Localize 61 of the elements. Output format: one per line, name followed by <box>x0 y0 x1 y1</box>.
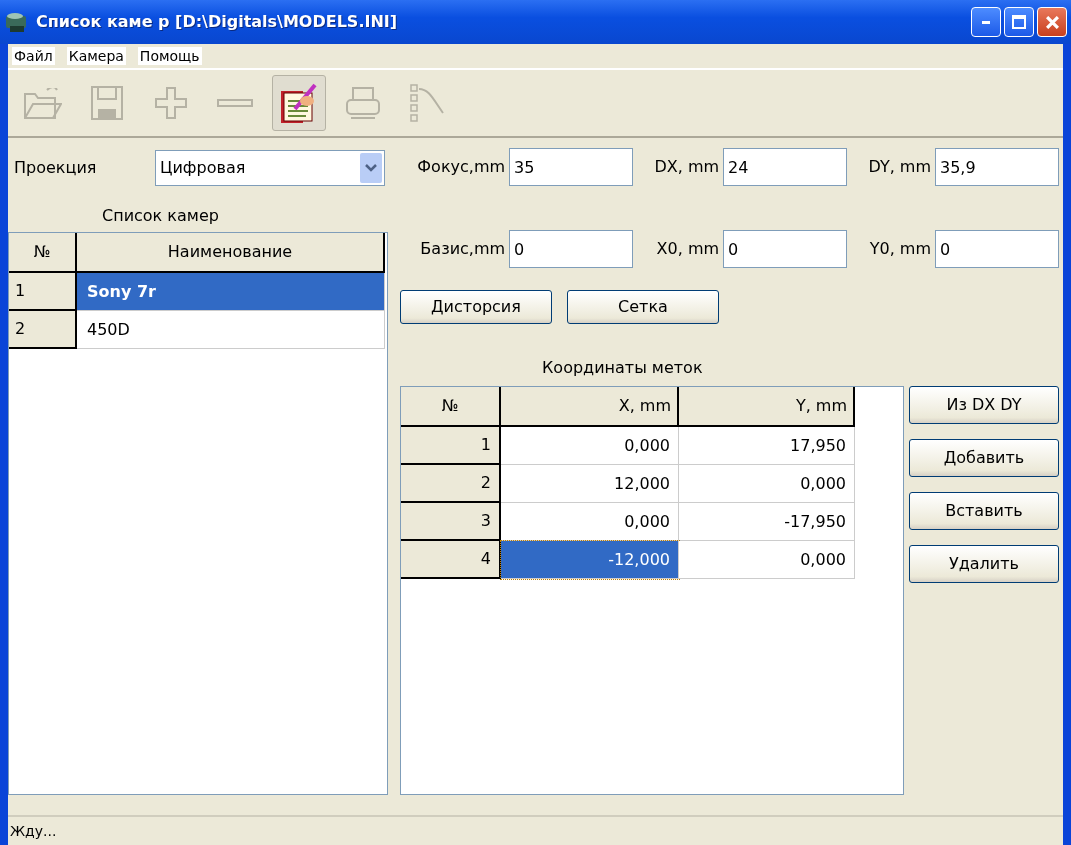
minimize-button[interactable] <box>971 7 1001 37</box>
status-text: Жду... <box>10 821 57 841</box>
table-cell[interactable]: -12,000 <box>501 541 679 579</box>
column-header[interactable]: № <box>9 233 77 273</box>
table-cell[interactable]: 0,000 <box>679 541 855 579</box>
action-button[interactable]: Добавить <box>909 439 1059 477</box>
table-cell[interactable]: 12,000 <box>501 465 679 503</box>
row-header: 3 <box>401 503 501 541</box>
plus-icon <box>155 87 187 119</box>
maximize-button[interactable] <box>1004 7 1034 37</box>
column-header[interactable]: № <box>401 387 501 427</box>
action-button[interactable]: Удалить <box>909 545 1059 583</box>
projection-dropdown[interactable]: Цифровая <box>155 150 385 186</box>
table-cell[interactable]: -17,950 <box>679 503 855 541</box>
minimize-icon <box>982 20 990 24</box>
field-label: X0, mm <box>655 238 720 260</box>
row-header: 2 <box>401 465 501 503</box>
field-label: DX, mm <box>653 156 720 178</box>
close-button[interactable] <box>1037 7 1067 37</box>
text-field[interactable]: 35,9 <box>935 148 1059 186</box>
text-field[interactable]: 0 <box>935 230 1059 268</box>
text-field[interactable]: 35 <box>509 148 634 186</box>
close-icon <box>1045 15 1059 29</box>
toolbar-button[interactable] <box>272 75 326 131</box>
field-label: Базис,mm <box>419 238 506 260</box>
maximize-icon <box>1012 15 1026 29</box>
row-header: 2 <box>9 311 77 349</box>
menu-item[interactable]: Помощь <box>137 47 202 65</box>
window-title: Список каме р [D:\Digitals\MODELS.INI] <box>36 11 398 33</box>
column-header[interactable]: Наименование <box>77 233 385 273</box>
table-cell[interactable]: 450D <box>77 311 385 349</box>
notebook-pencil-icon <box>281 83 317 123</box>
hierarchy-icon <box>410 84 444 122</box>
action-button[interactable]: Вставить <box>909 492 1059 530</box>
table-cell[interactable]: 17,950 <box>679 427 855 465</box>
folder-icon <box>24 87 62 119</box>
field-label: Y0, mm <box>868 238 931 260</box>
column-header[interactable]: X, mm <box>501 387 679 427</box>
menu-item[interactable]: Файл <box>12 47 55 65</box>
action-button[interactable]: Дисторсия <box>400 290 552 324</box>
field-label: Фокус,mm <box>416 156 506 178</box>
text-field[interactable]: 0 <box>509 230 634 268</box>
marks-title: Координаты меток <box>542 357 703 379</box>
text-field[interactable]: 24 <box>723 148 848 186</box>
table-cell[interactable]: 0,000 <box>501 503 679 541</box>
table-cell[interactable]: 0,000 <box>501 427 679 465</box>
column-header[interactable]: Y, mm <box>679 387 855 427</box>
row-header: 1 <box>9 273 77 311</box>
projection-label: Проекция <box>14 157 98 179</box>
minus-icon <box>217 99 253 107</box>
printer-icon <box>346 87 380 119</box>
table-cell[interactable]: Sony 7r <box>77 273 385 311</box>
field-label: DY, mm <box>867 156 931 178</box>
table-cell[interactable]: 0,000 <box>679 465 855 503</box>
row-header: 4 <box>401 541 501 579</box>
action-button[interactable]: Сетка <box>567 290 719 324</box>
camera-list-title: Список камер <box>102 205 219 227</box>
text-field[interactable]: 0 <box>723 230 848 268</box>
action-button[interactable]: Из DX DY <box>909 386 1059 424</box>
menu-item[interactable]: Камера <box>66 47 126 65</box>
row-header: 1 <box>401 427 501 465</box>
